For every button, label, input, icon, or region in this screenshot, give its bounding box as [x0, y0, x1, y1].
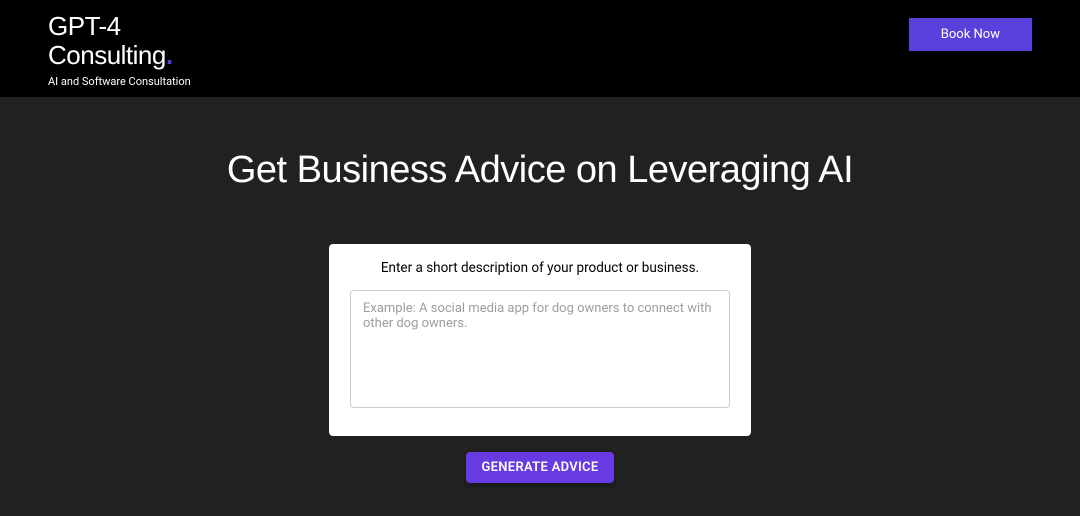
brand-tagline: AI and Software Consultation	[48, 75, 191, 88]
brand-dot: .	[166, 40, 173, 70]
generate-advice-button[interactable]: GENERATE ADVICE	[466, 452, 615, 483]
description-input[interactable]	[350, 290, 730, 408]
form-card: Enter a short description of your produc…	[329, 244, 751, 436]
book-now-button[interactable]: Book Now	[909, 18, 1032, 51]
brand-line1: GPT-4	[48, 11, 121, 41]
header: GPT-4 Consulting. AI and Software Consul…	[0, 0, 1080, 97]
brand-title: GPT-4 Consulting.	[48, 12, 191, 69]
main-content: Get Business Advice on Leveraging AI Ent…	[0, 97, 1080, 483]
brand-line2: Consulting	[48, 40, 166, 70]
form-label: Enter a short description of your produc…	[381, 260, 699, 276]
brand-block: GPT-4 Consulting. AI and Software Consul…	[48, 12, 191, 88]
page-title: Get Business Advice on Leveraging AI	[227, 149, 853, 192]
